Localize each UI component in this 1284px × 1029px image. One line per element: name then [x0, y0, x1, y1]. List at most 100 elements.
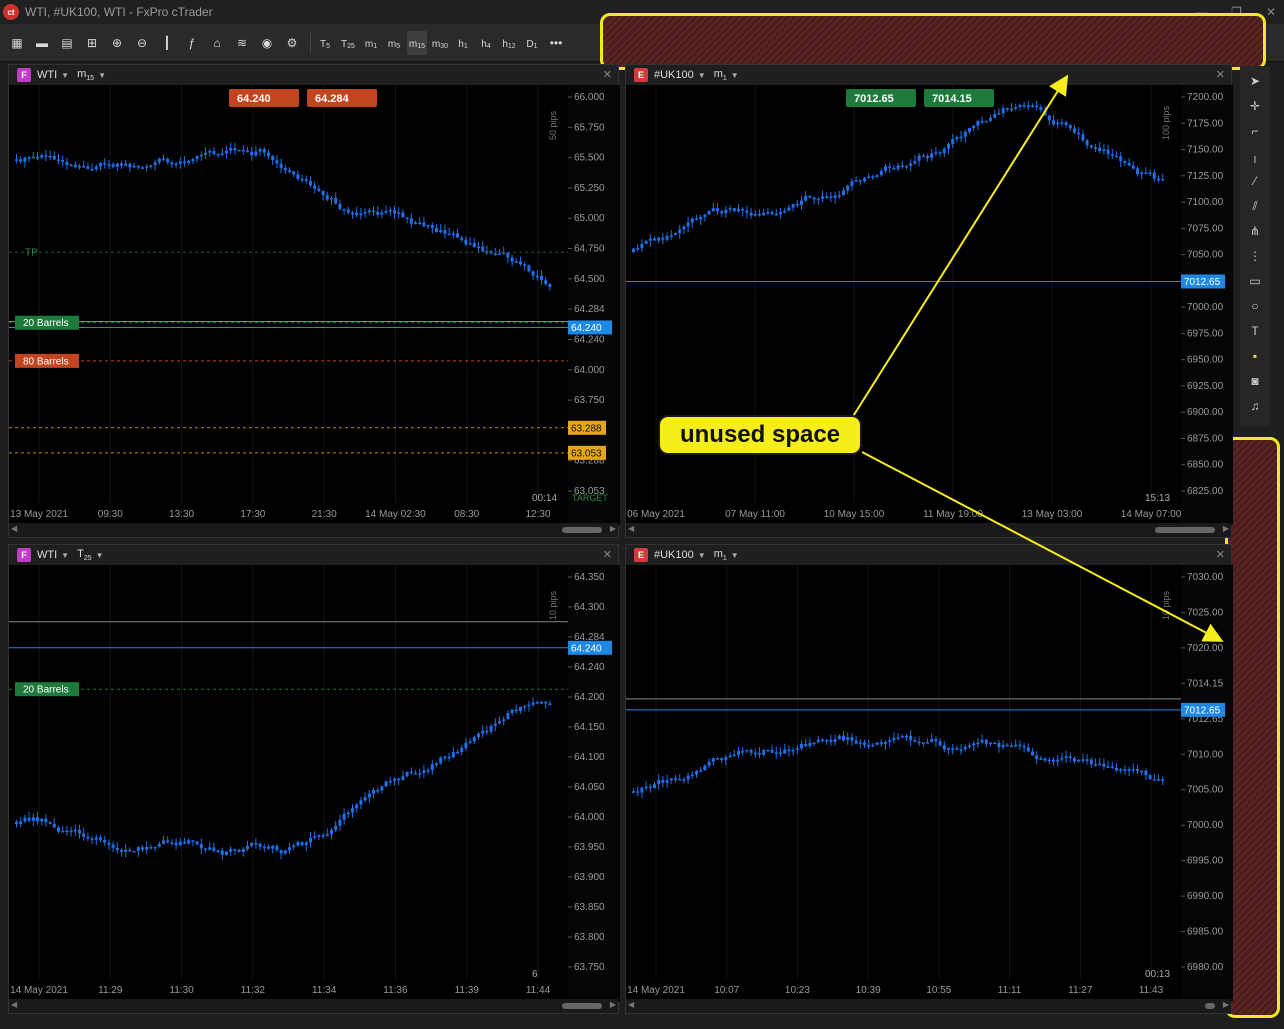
timeframe-button[interactable]: m 30 [430, 31, 450, 55]
horizontal-scrollbar[interactable]: ◀ ▶ [626, 523, 1231, 537]
camera-icon[interactable]: ◙ [1244, 370, 1266, 392]
chart-plot-area[interactable]: 7030.00 7025.00 7020.00 7014.15 7012.65 7010.… [626, 565, 1233, 1001]
fibonacci-icon[interactable]: ⫽ [1244, 195, 1266, 217]
chevron-down-icon[interactable]: ▼ [61, 551, 69, 560]
candle-body [40, 155, 44, 158]
scroll-left-icon[interactable]: ◀ [11, 524, 17, 533]
chevron-down-icon[interactable]: ▼ [698, 551, 706, 560]
close-chart-icon[interactable]: ✕ [1216, 68, 1225, 81]
close-chart-icon[interactable]: ✕ [603, 68, 612, 81]
candle-body [1010, 108, 1013, 111]
timeframe-selector[interactable]: m1 [714, 548, 727, 562]
vertical-line-icon[interactable]: ╷ [1244, 145, 1266, 167]
timeframe-selector[interactable]: T25 [77, 548, 92, 562]
text-icon[interactable]: T [1244, 320, 1266, 342]
chart-new-icon[interactable]: ⊞ [81, 31, 103, 55]
candle-body [716, 208, 719, 212]
grid-lines-icon[interactable]: ⋮ [1244, 245, 1266, 267]
timeframe-button[interactable]: T5 [315, 31, 335, 55]
scroll-right-icon[interactable]: ▶ [1223, 524, 1229, 533]
candle-body [724, 209, 728, 214]
close-window-button[interactable]: ✕ [1266, 5, 1276, 19]
chevron-down-icon[interactable]: ▼ [98, 71, 106, 80]
scroll-left-icon[interactable]: ◀ [11, 1000, 17, 1009]
candlestick-icon[interactable]: ┃ [156, 31, 178, 55]
timeframe-button[interactable]: T 25 [338, 31, 358, 55]
candle-body [1068, 125, 1072, 129]
chart-plot-area[interactable]: 64.350 64.300 64.284 64.240 64.200 64.150 64.1… [9, 565, 620, 1001]
chart-panel-uk100-m1-top[interactable]: E #UK100 ▼ m1 ▼ ✕ 7200.00 7175.00 7150.00 7125.00… [625, 64, 1233, 538]
chart-panel-wti-t25[interactable]: F WTI ▼ T25 ▼ ✕ 64.350 64.300 64.284 64.240 64.200… [8, 544, 620, 1014]
symbol-selector[interactable]: #UK100 [654, 69, 694, 81]
chevron-down-icon[interactable]: ▼ [96, 551, 104, 560]
candle-body [283, 850, 287, 854]
note-icon[interactable]: ▪ [1244, 345, 1266, 367]
layout-single-icon[interactable]: ▬ [31, 31, 53, 55]
price-tick-label: 64.000 [574, 812, 605, 823]
trendline-icon[interactable]: ⁄ [1244, 170, 1266, 192]
layout-grid-icon[interactable]: ▦ [6, 31, 28, 55]
chevron-down-icon[interactable]: ▼ [731, 551, 739, 560]
ellipse-icon[interactable]: ○ [1244, 295, 1266, 317]
chart-plot-area[interactable]: 7200.00 7175.00 7150.00 7125.00 7100.00 7075.… [626, 85, 1233, 525]
chart-settings-icon[interactable]: ⚙ [281, 31, 303, 55]
chart-plot-area[interactable]: 66.000 65.750 65.500 65.250 65.000 64.750 64.5… [9, 85, 620, 525]
symbol-selector[interactable]: WTI [37, 69, 57, 81]
layers-icon[interactable]: ≋ [231, 31, 253, 55]
horizontal-scrollbar[interactable]: ◀ ▶ [9, 523, 618, 537]
eye-icon[interactable]: ◉ [256, 31, 278, 55]
chevron-down-icon[interactable]: ▼ [698, 71, 706, 80]
scrollbar-thumb[interactable] [562, 1003, 602, 1009]
indicator-icon[interactable]: ƒ [181, 31, 203, 55]
scroll-right-icon[interactable]: ▶ [610, 524, 616, 533]
bid-price-label: 7012.65 [1184, 705, 1221, 716]
symbol-selector[interactable]: WTI [37, 549, 57, 561]
crosshair-icon[interactable]: ✛ [1244, 95, 1266, 117]
candle-body [879, 742, 883, 744]
cbot-icon[interactable]: ⌂ [206, 31, 228, 55]
scroll-right-icon[interactable]: ▶ [610, 1000, 616, 1009]
scroll-left-icon[interactable]: ◀ [628, 1000, 634, 1009]
close-chart-icon[interactable]: ✕ [1216, 548, 1225, 561]
pitchfork-icon[interactable]: ⋔ [1244, 220, 1266, 242]
chevron-down-icon[interactable]: ▼ [731, 71, 739, 80]
cursor-icon[interactable]: ➤ [1244, 70, 1266, 92]
chevron-down-icon[interactable]: ▼ [61, 71, 69, 80]
scrollbar-thumb[interactable] [1155, 527, 1215, 533]
horizontal-scrollbar[interactable]: ◀ ▶ [9, 999, 618, 1013]
scrollbar-thumb[interactable] [562, 527, 602, 533]
timeframe-button[interactable]: m5 [384, 31, 404, 55]
price-tick-label: 6985.00 [1187, 927, 1224, 938]
candle-body [917, 155, 921, 161]
candle-body [384, 210, 388, 213]
candle-body [401, 212, 405, 218]
symbol-selector[interactable]: #UK100 [654, 549, 694, 561]
layout-split-icon[interactable]: ▤ [56, 31, 78, 55]
chart-panel-uk100-m1-bottom[interactable]: E #UK100 ▼ m1 ▼ ✕ 7030.00 7025.00 7020.00 7014.15… [625, 544, 1233, 1014]
time-tick-label: 11:11 [998, 985, 1022, 996]
horizontal-scrollbar[interactable]: ◀ ▶ [626, 999, 1231, 1013]
timeframe-button[interactable]: D1 [522, 31, 542, 55]
candle-body [237, 849, 241, 852]
close-chart-icon[interactable]: ✕ [603, 548, 612, 561]
timeframe-button[interactable]: m 15 [407, 30, 427, 55]
alert-bell-icon[interactable]: ♫ [1244, 395, 1266, 417]
candle-body [892, 168, 896, 170]
timeframe-button[interactable]: h1 [453, 31, 473, 55]
scroll-right-icon[interactable]: ▶ [1223, 1000, 1229, 1009]
zoom-in-icon[interactable]: ⊕ [106, 31, 128, 55]
more-timeframes-button[interactable]: ••• [545, 31, 567, 55]
timeframe-button[interactable]: h4 [476, 31, 496, 55]
timeframe-button[interactable]: h 12 [499, 31, 519, 55]
timeframe-selector[interactable]: m1 [714, 68, 727, 82]
measure-icon[interactable]: ⌐ [1244, 120, 1266, 142]
price-tick-label: 64.200 [574, 692, 605, 703]
scrollbar-thumb[interactable] [1205, 1003, 1215, 1009]
chart-panel-wti-m15[interactable]: F WTI ▼ m15 ▼ ✕ 66.000 65.750 65.500 65.250 65.000… [8, 64, 620, 538]
candle-body [342, 209, 346, 211]
timeframe-selector[interactable]: m15 [77, 68, 94, 82]
scroll-left-icon[interactable]: ◀ [628, 524, 634, 533]
timeframe-button[interactable]: m1 [361, 31, 381, 55]
rectangle-icon[interactable]: ▭ [1244, 270, 1266, 292]
zoom-out-icon[interactable]: ⊖ [131, 31, 153, 55]
